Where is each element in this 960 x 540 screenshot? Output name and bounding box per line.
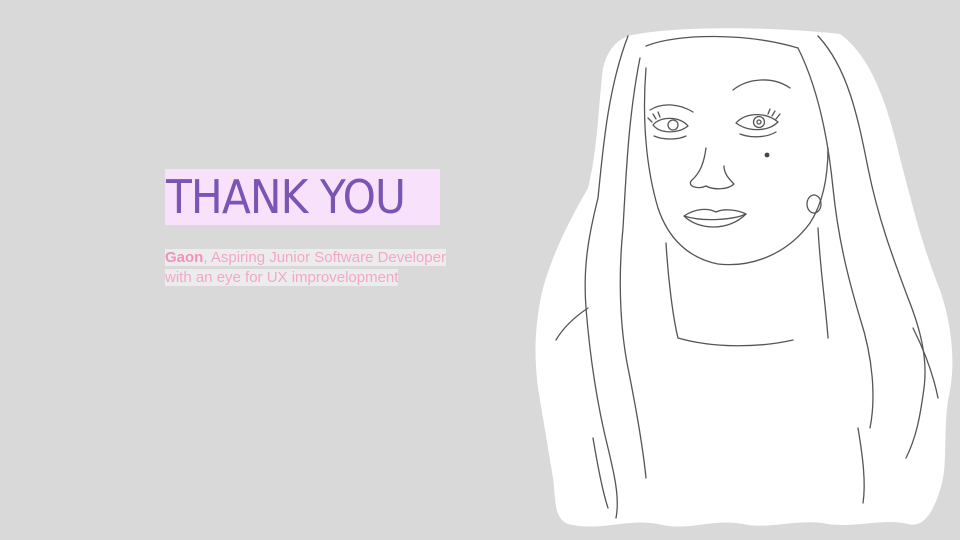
slide-title: THANK YOU bbox=[166, 170, 406, 224]
beauty-mark bbox=[764, 152, 770, 158]
portrait-sketch-icon bbox=[535, 28, 953, 527]
author-name: Gaon bbox=[165, 249, 204, 266]
slide-subtitle: Gaon, Aspiring Junior Software Developer… bbox=[165, 248, 495, 288]
subtitle-line-2: with an eye for UX improvelopment bbox=[165, 269, 399, 286]
slide: THANK YOU Gaon, Aspiring Junior Software… bbox=[0, 0, 960, 540]
portrait-silhouette bbox=[535, 28, 953, 527]
subtitle-line-1: Gaon, Aspiring Junior Software Developer bbox=[165, 249, 446, 266]
author-description: , Aspiring Junior Software Developer bbox=[203, 249, 446, 266]
